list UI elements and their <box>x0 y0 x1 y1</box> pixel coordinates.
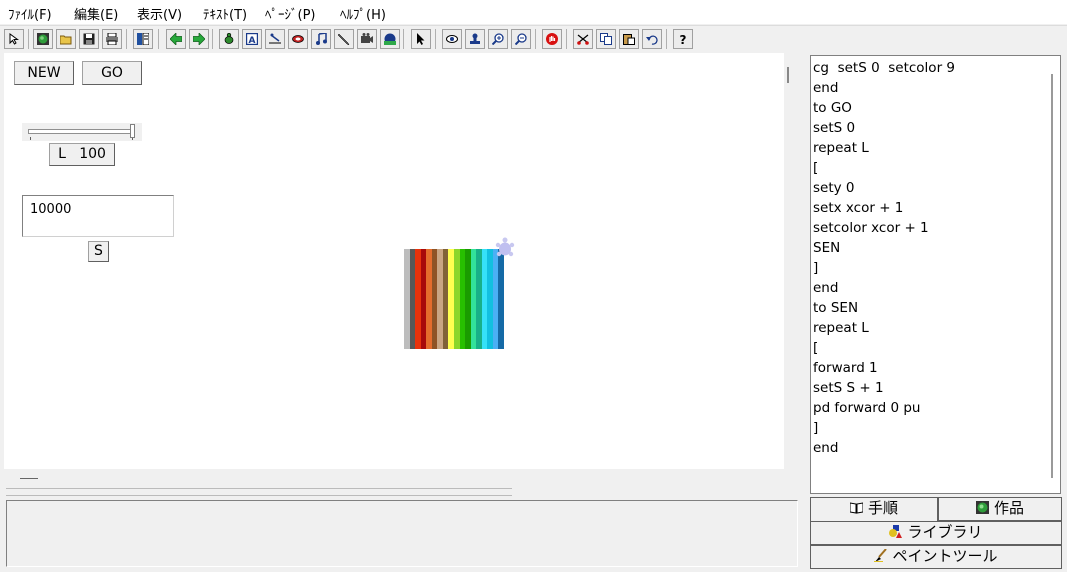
toolbar-separator <box>158 29 159 49</box>
tab-library-label: ライブラリ <box>907 523 983 541</box>
tab-paint-tool[interactable]: ペイントツール <box>810 545 1062 569</box>
save-icon[interactable] <box>79 29 99 49</box>
code-line[interactable]: setS 0 <box>811 118 1060 138</box>
open-folder-icon[interactable] <box>56 29 76 49</box>
toolbar-separator <box>435 29 436 49</box>
editor-scrollbar[interactable] <box>1051 74 1053 478</box>
eye-icon[interactable] <box>442 29 462 49</box>
code-line[interactable]: repeat L <box>811 138 1060 158</box>
toolbar-separator <box>403 29 404 49</box>
slider-tick <box>30 137 31 140</box>
procedure-editor[interactable]: cg setS 0 setcolor 9 end to GO setS 0 repeat… <box>810 55 1061 494</box>
rainbow-stripe <box>498 249 505 349</box>
paintbrush-icon <box>874 549 888 562</box>
l-slider[interactable] <box>22 123 142 141</box>
page-layout-icon[interactable] <box>133 29 153 49</box>
copy-icon[interactable] <box>596 29 616 49</box>
code-line[interactable]: setcolor xcor + 1 <box>811 218 1060 238</box>
tab-procedures[interactable]: 手順 <box>810 497 938 521</box>
back-arrow-icon[interactable] <box>166 29 186 49</box>
print-icon[interactable] <box>102 29 122 49</box>
menu-edit[interactable]: 編集(E) <box>74 4 118 23</box>
music-icon[interactable] <box>311 29 331 49</box>
tab-paint-tool-label: ペイントツール <box>892 547 998 565</box>
slider-track <box>28 129 132 134</box>
menu-view[interactable]: 表示(V) <box>137 4 182 23</box>
select-arrow-icon[interactable] <box>411 29 431 49</box>
svg-text:A: A <box>249 36 256 45</box>
tab-library[interactable]: ライブラリ <box>810 521 1062 545</box>
tab-works-label: 作品 <box>993 499 1024 517</box>
s-button[interactable]: S <box>88 241 109 262</box>
forward-arrow-icon[interactable] <box>189 29 209 49</box>
code-line[interactable]: SEN <box>811 238 1060 258</box>
page-canvas[interactable]: NEW GO L 100 10000 S <box>4 53 784 469</box>
pen-icon[interactable] <box>334 29 354 49</box>
code-line[interactable]: repeat L <box>811 318 1060 338</box>
go-button[interactable]: GO <box>82 61 142 85</box>
zoom-in-icon[interactable] <box>488 29 508 49</box>
code-line[interactable]: end <box>811 278 1060 298</box>
pointer-small-icon[interactable] <box>4 29 24 49</box>
undo-icon[interactable] <box>642 29 662 49</box>
code-line[interactable]: to GO <box>811 98 1060 118</box>
drag-handle[interactable] <box>20 478 38 479</box>
book-icon <box>849 502 863 514</box>
menu-bar: ﾌｧｲﾙ(F) 編集(E) 表示(V) ﾃｷｽﾄ(T) ﾍﾟｰｼﾞ(P) ﾍﾙﾌ… <box>0 0 1067 24</box>
stop-hand-icon[interactable] <box>542 29 562 49</box>
slider-tool-icon[interactable] <box>265 29 285 49</box>
globe-icon[interactable] <box>33 29 53 49</box>
code-line[interactable]: pd forward 0 pu <box>811 398 1060 418</box>
code-line[interactable]: [ <box>811 158 1060 178</box>
toolbar-separator <box>666 29 667 49</box>
slider-thumb[interactable] <box>130 124 135 138</box>
toolbar-separator <box>535 29 536 49</box>
message-area[interactable] <box>6 500 798 567</box>
button-tool-icon[interactable] <box>288 29 308 49</box>
canvas-scroll-indicator[interactable] <box>787 67 789 83</box>
code-line[interactable]: [ <box>811 338 1060 358</box>
svg-text:?: ? <box>680 33 687 45</box>
toolbar-separator <box>566 29 567 49</box>
cut-icon[interactable] <box>573 29 593 49</box>
globe-icon <box>975 501 989 514</box>
code-line[interactable]: end <box>811 78 1060 98</box>
code-line[interactable]: setx xcor + 1 <box>811 198 1060 218</box>
toolbar-separator <box>212 29 213 49</box>
paste-icon[interactable] <box>619 29 639 49</box>
new-button[interactable]: NEW <box>14 61 74 85</box>
horizontal-splitter[interactable] <box>6 488 512 496</box>
text-box-10000[interactable]: 10000 <box>22 195 174 237</box>
menu-help[interactable]: ﾍﾙﾌﾟ(H) <box>340 4 386 23</box>
text-box-icon[interactable]: A <box>242 29 262 49</box>
shapes-icon <box>889 525 903 538</box>
help-icon[interactable]: ? <box>673 29 693 49</box>
toolbar-separator <box>126 29 127 49</box>
rainbow-drawing <box>404 249 505 349</box>
code-line[interactable]: cg setS 0 setcolor 9 <box>811 58 1060 78</box>
camera-icon[interactable] <box>357 29 377 49</box>
menu-text[interactable]: ﾃｷｽﾄ(T) <box>203 4 247 23</box>
code-line[interactable]: ] <box>811 258 1060 278</box>
menu-page[interactable]: ﾍﾟｰｼﾞ(P) <box>265 4 315 23</box>
code-line[interactable]: setS S + 1 <box>811 378 1060 398</box>
toolbar-separator <box>28 29 29 49</box>
zoom-out-icon[interactable] <box>511 29 531 49</box>
turtle-icon[interactable] <box>494 236 516 260</box>
code-line[interactable]: forward 1 <box>811 358 1060 378</box>
stamp-icon[interactable] <box>465 29 485 49</box>
sphere-icon[interactable] <box>380 29 400 49</box>
slider-label: L 100 <box>49 143 115 166</box>
turtle-icon[interactable] <box>219 29 239 49</box>
tab-procedures-label: 手順 <box>867 499 898 517</box>
text-box-value: 10000 <box>30 202 72 217</box>
toolbar: A ? <box>0 25 1067 53</box>
code-line[interactable]: sety 0 <box>811 178 1060 198</box>
tab-works[interactable]: 作品 <box>938 497 1062 521</box>
code-line[interactable]: ] <box>811 418 1060 438</box>
code-line[interactable]: to SEN <box>811 298 1060 318</box>
code-line[interactable]: end <box>811 438 1060 458</box>
menu-file[interactable]: ﾌｧｲﾙ(F) <box>8 4 52 23</box>
